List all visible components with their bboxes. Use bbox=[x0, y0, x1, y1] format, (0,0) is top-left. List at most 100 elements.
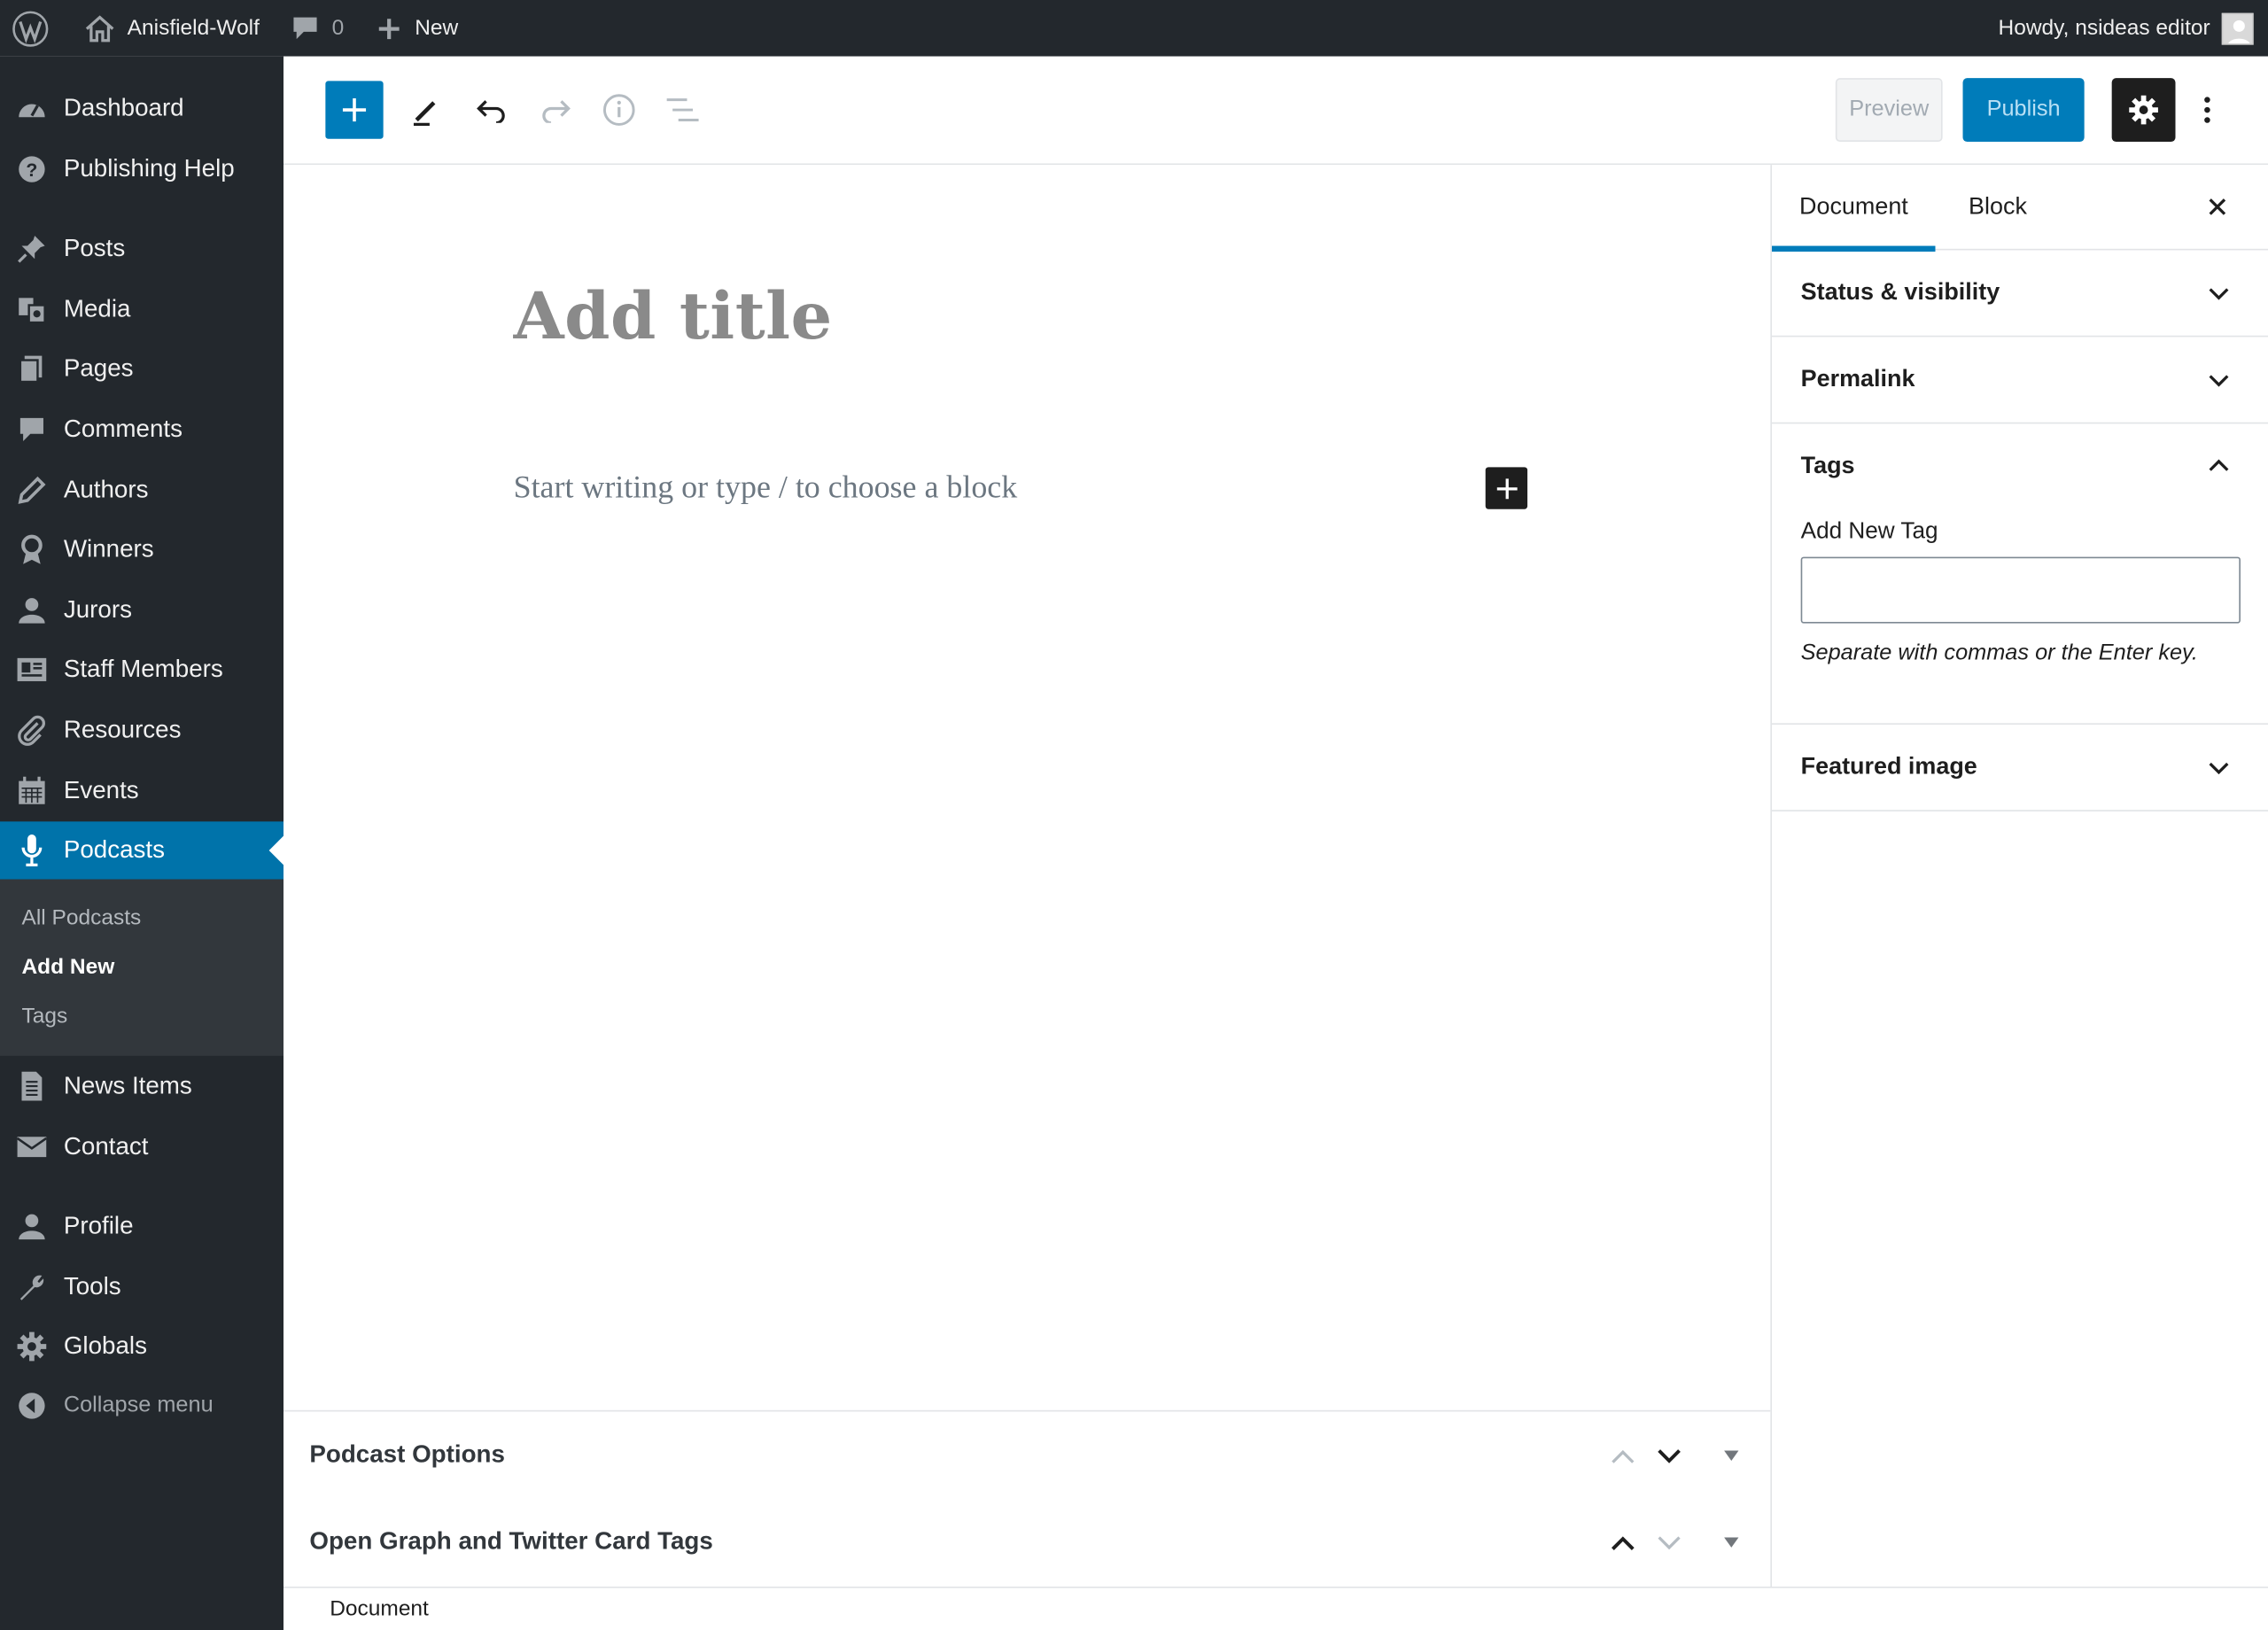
sidebar-item-tools[interactable]: Tools bbox=[0, 1258, 284, 1316]
sidebar-item-label: Profile bbox=[63, 1212, 134, 1240]
settings-tabs: Document Block bbox=[1771, 165, 2268, 252]
settings-sidebar: Document Block Status & visibility Perma… bbox=[1770, 165, 2268, 1587]
sidebar-item-label: Events bbox=[63, 776, 139, 804]
metabox-podcast-options[interactable]: Podcast Options bbox=[284, 1411, 1770, 1498]
sidebar-item-staff-members[interactable]: Staff Members bbox=[0, 640, 284, 698]
comments-link[interactable]: 0 bbox=[271, 0, 355, 57]
sidebar-item-label: Jurors bbox=[63, 595, 132, 624]
block-navigation-button[interactable] bbox=[654, 81, 711, 138]
new-content-link[interactable]: New bbox=[355, 0, 470, 57]
gear-icon bbox=[0, 1331, 64, 1362]
preview-button[interactable]: Preview bbox=[1835, 78, 1943, 142]
panel-featured-image[interactable]: Featured image bbox=[1771, 725, 2268, 811]
publish-button[interactable]: Publish bbox=[1962, 78, 2085, 142]
add-block-button[interactable] bbox=[1485, 467, 1528, 509]
sidebar-item-posts[interactable]: Posts bbox=[0, 220, 284, 277]
sidebar-item-label: Publishing Help bbox=[63, 154, 235, 182]
sidebar-item-winners[interactable]: Winners bbox=[0, 521, 284, 578]
pencil-icon bbox=[0, 475, 64, 507]
editor-header: Preview Publish bbox=[283, 56, 2268, 166]
move-up-button[interactable] bbox=[1607, 1527, 1639, 1559]
avatar bbox=[2221, 12, 2254, 44]
pin-icon bbox=[0, 233, 64, 265]
content-info-button[interactable] bbox=[590, 81, 648, 138]
triangle-down-icon bbox=[1724, 1537, 1739, 1548]
submenu-item-tags[interactable]: Tags bbox=[21, 1004, 67, 1028]
sidebar-item-authors[interactable]: Authors bbox=[0, 462, 284, 519]
sidebar-item-jurors[interactable]: Jurors bbox=[0, 581, 284, 639]
move-up-button[interactable] bbox=[1607, 1440, 1639, 1472]
sidebar-item-label: Authors bbox=[63, 476, 149, 504]
dashboard-icon bbox=[0, 94, 64, 123]
sidebar-item-label: Posts bbox=[63, 234, 126, 262]
default-block-appender[interactable]: Start writing or type / to choose a bloc… bbox=[514, 469, 1018, 506]
microphone-icon bbox=[0, 833, 64, 867]
wordpress-logo-button[interactable] bbox=[0, 0, 61, 57]
tab-document[interactable]: Document bbox=[1771, 165, 1937, 252]
move-down-button[interactable] bbox=[1653, 1527, 1685, 1559]
undo-icon bbox=[477, 100, 505, 123]
add-new-tag-input[interactable] bbox=[1800, 556, 2241, 624]
sidebar-item-label: Resources bbox=[63, 716, 182, 744]
settings-toggle-button[interactable] bbox=[2111, 78, 2176, 142]
chevron-down-icon bbox=[2203, 277, 2235, 309]
tools-button[interactable] bbox=[398, 81, 455, 138]
add-new-tag-label: Add New Tag bbox=[1800, 519, 1938, 544]
collapse-menu-button[interactable]: Collapse menu bbox=[0, 1377, 284, 1434]
submenu-item-all-podcasts[interactable]: All Podcasts bbox=[21, 905, 141, 930]
my-account-link[interactable]: Howdy, nsideas editor bbox=[1986, 0, 2267, 57]
comment-icon bbox=[294, 17, 318, 40]
undo-button[interactable] bbox=[462, 81, 520, 138]
sidebar-item-label: Staff Members bbox=[63, 655, 223, 683]
panel-status-visibility[interactable]: Status & visibility bbox=[1771, 250, 2268, 338]
more-menu-button[interactable] bbox=[2187, 78, 2228, 142]
site-name-link[interactable]: Anisfield-Wolf bbox=[61, 0, 271, 57]
collapse-menu-label: Collapse menu bbox=[63, 1393, 214, 1417]
panel-title: Permalink bbox=[1800, 366, 1915, 392]
svg-text:?: ? bbox=[26, 160, 37, 181]
sidebar-item-dashboard[interactable]: Dashboard bbox=[0, 80, 284, 137]
sidebar-item-resources[interactable]: Resources bbox=[0, 702, 284, 759]
panel-title: Featured image bbox=[1800, 753, 1977, 780]
toggle-panel-button[interactable] bbox=[1715, 1527, 1747, 1559]
close-settings-button[interactable] bbox=[2200, 190, 2234, 224]
chevron-up-icon[interactable] bbox=[2203, 450, 2235, 482]
sidebar-item-profile[interactable]: Profile bbox=[0, 1198, 284, 1255]
wrench-icon bbox=[0, 1271, 64, 1303]
chevron-down-icon bbox=[1658, 1449, 1681, 1463]
tab-label: Document bbox=[1799, 193, 1908, 221]
sidebar-item-comments[interactable]: Comments bbox=[0, 400, 284, 458]
submenu-item-add-new[interactable]: Add New bbox=[21, 955, 114, 980]
comment-icon bbox=[0, 415, 64, 445]
id-card-icon bbox=[0, 656, 64, 685]
list-view-icon bbox=[666, 98, 699, 121]
sidebar-item-globals[interactable]: Globals bbox=[0, 1317, 284, 1375]
help-icon: ? bbox=[0, 155, 64, 184]
sidebar-item-media[interactable]: Media bbox=[0, 281, 284, 338]
sidebar-item-podcasts[interactable]: Podcasts bbox=[0, 821, 284, 880]
block-inserter-button[interactable] bbox=[325, 81, 384, 139]
sidebar-item-contact[interactable]: Contact bbox=[0, 1118, 284, 1176]
sidebar-item-events[interactable]: Events bbox=[0, 762, 284, 819]
redo-icon bbox=[542, 100, 571, 123]
panel-title[interactable]: Tags bbox=[1801, 453, 1855, 480]
sidebar-item-pages[interactable]: Pages bbox=[0, 340, 284, 398]
triangle-down-icon bbox=[1724, 1450, 1739, 1461]
metabox-open-graph[interactable]: Open Graph and Twitter Card Tags bbox=[284, 1498, 1770, 1585]
redo-button[interactable] bbox=[526, 81, 584, 138]
tab-block[interactable]: Block bbox=[1941, 165, 2054, 250]
breadcrumb[interactable]: Document bbox=[330, 1596, 429, 1621]
move-down-button[interactable] bbox=[1653, 1440, 1685, 1472]
sidebar-item-label: Comments bbox=[63, 415, 183, 443]
plus-icon bbox=[378, 18, 400, 39]
sidebar-item-label: Dashboard bbox=[63, 94, 184, 122]
post-title-input[interactable]: Add title bbox=[514, 277, 833, 354]
close-icon bbox=[2209, 198, 2226, 215]
sidebar-item-news-items[interactable]: News Items bbox=[0, 1057, 284, 1114]
sidebar-item-label: Globals bbox=[63, 1331, 147, 1360]
toggle-panel-button[interactable] bbox=[1715, 1440, 1747, 1472]
tag-help-text: Separate with commas or the Enter key. bbox=[1800, 640, 2198, 666]
panel-permalink[interactable]: Permalink bbox=[1771, 337, 2268, 424]
sidebar-item-label: Winners bbox=[63, 535, 154, 563]
sidebar-item-publishing-help[interactable]: ? Publishing Help bbox=[0, 140, 284, 198]
